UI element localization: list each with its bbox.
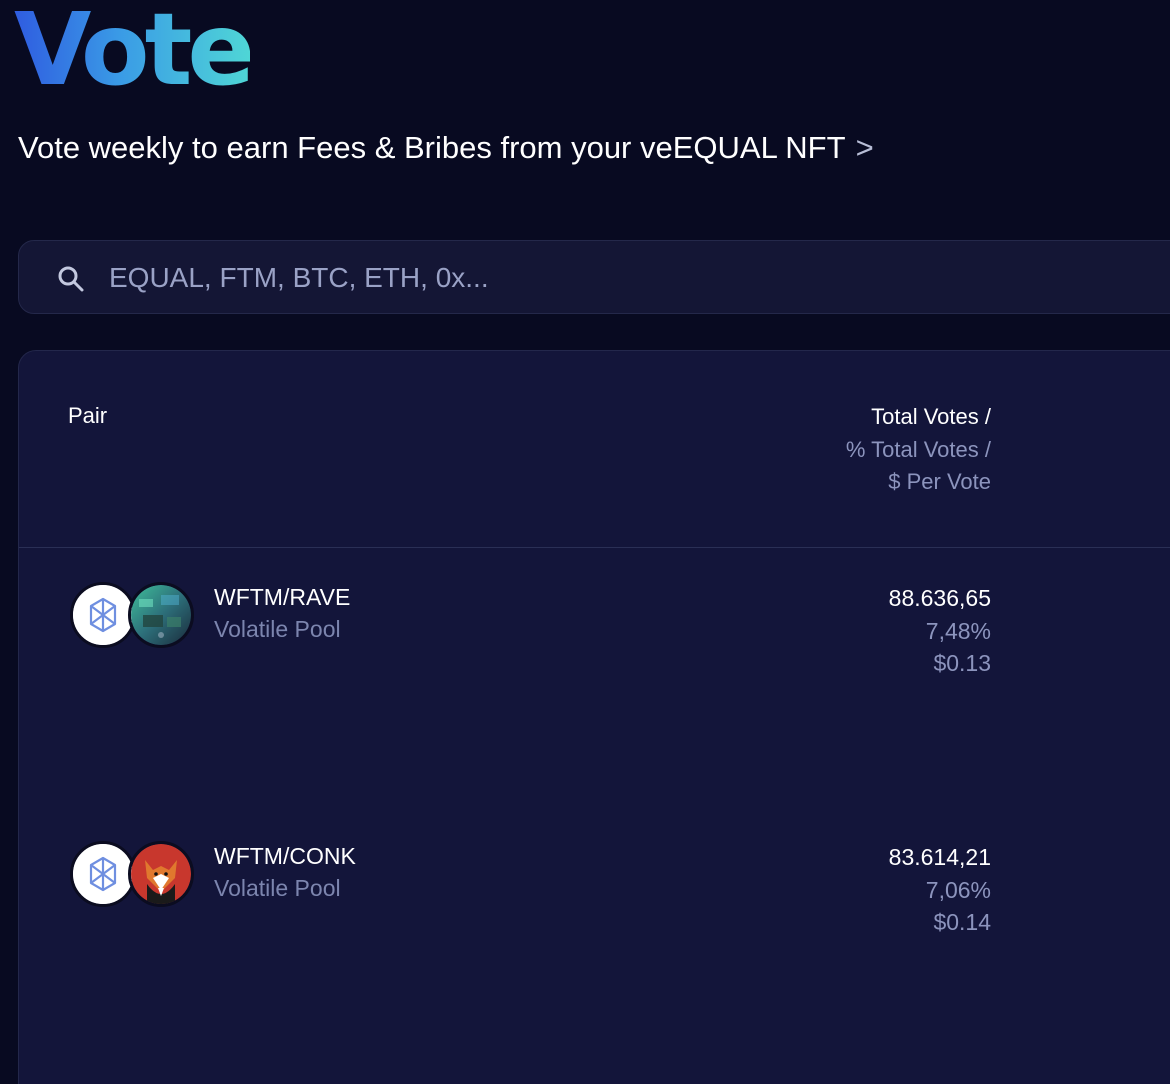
rave-icon [128, 582, 194, 648]
vote-stats: 83.614,21 7,06% $0.14 [889, 841, 991, 939]
total-votes: 83.614,21 [888, 844, 991, 870]
total-votes: 88.636,65 [888, 585, 991, 611]
search-bar [18, 240, 1170, 314]
table-row[interactable]: WFTM/RAVE Volatile Pool 88.636,65 7,48% … [19, 582, 1170, 782]
fantom-icon [70, 582, 136, 648]
percent-votes: 7,06% [925, 876, 991, 903]
header-percent-votes: % Total Votes / [845, 436, 991, 462]
subtitle-link[interactable]: Vote weekly to earn Fees & Bribes from y… [18, 130, 874, 166]
search-icon [57, 265, 85, 293]
page-title: Vote [14, 0, 255, 108]
percent-votes: 7,48% [925, 617, 991, 644]
header-per-vote: $ Per Vote [888, 469, 991, 494]
subtitle-text: Vote weekly to earn Fees & Bribes from y… [18, 130, 846, 165]
vote-page: Vote Vote weekly to earn Fees & Bribes f… [0, 0, 1170, 1084]
column-header-pair: Pair [68, 403, 108, 428]
chevron-right-icon: > [855, 130, 874, 165]
fantom-icon [70, 841, 136, 907]
per-vote: $0.14 [933, 909, 991, 935]
search-input[interactable] [107, 255, 1011, 301]
vote-stats: 88.636,65 7,48% $0.13 [889, 582, 991, 680]
column-header-votes[interactable]: Total Votes / % Total Votes / $ Per Vote [846, 401, 991, 499]
pool-type: Volatile Pool [214, 875, 341, 901]
pairs-table: Pair Total Votes / % Total Votes / $ Per… [18, 350, 1170, 1084]
table-header: Pair Total Votes / % Total Votes / $ Per… [19, 351, 1170, 548]
table-row[interactable]: WFTM/CONK Volatile Pool 83.614,21 7,06% … [19, 841, 1170, 1041]
header-total-votes: Total Votes / [871, 404, 991, 429]
per-vote: $0.13 [933, 650, 991, 676]
conk-icon [128, 841, 194, 907]
pair-name: WFTM/CONK [214, 843, 356, 869]
pool-type: Volatile Pool [214, 616, 341, 642]
pair-name: WFTM/RAVE [214, 584, 351, 610]
